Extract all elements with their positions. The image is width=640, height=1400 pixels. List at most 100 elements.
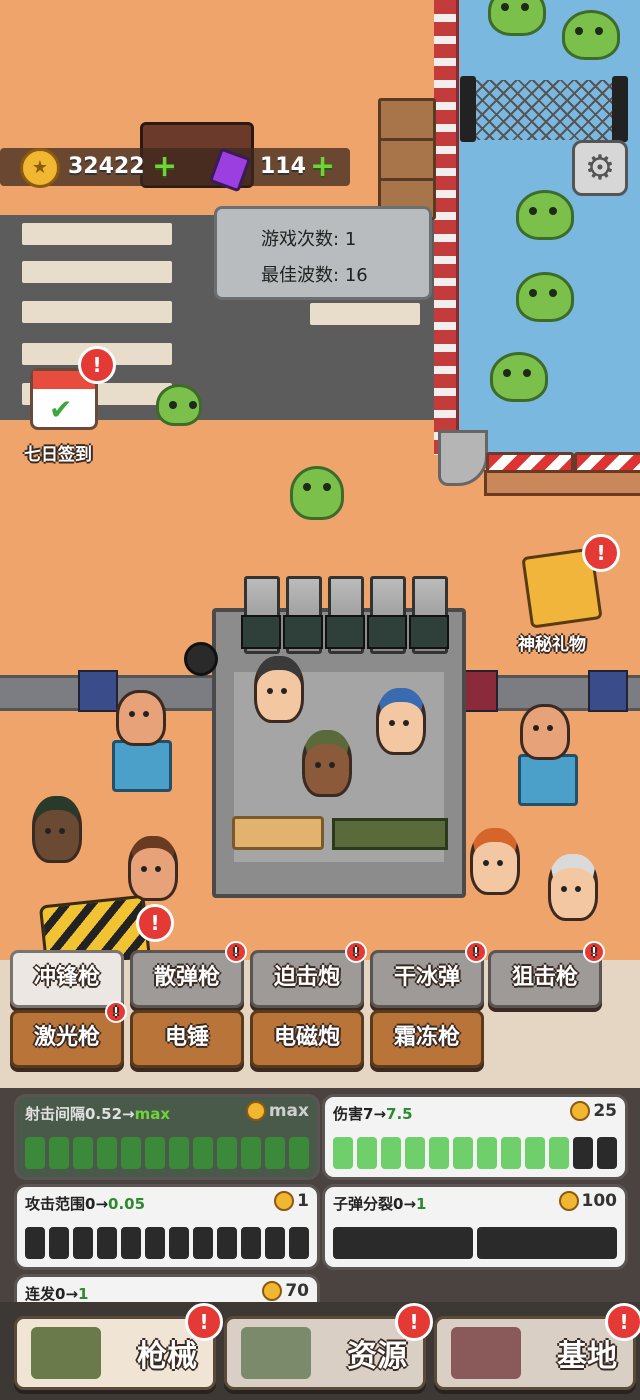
upgrade-card[interactable]: 子弹分裂0→1 100: [322, 1184, 628, 1270]
weapon-tab[interactable]: 电锤: [130, 1010, 244, 1068]
alert-badge: !: [465, 941, 487, 963]
upgrade-label: 伤害7→7.5: [333, 1105, 413, 1123]
soldier: [302, 730, 352, 797]
level-segment: [241, 1227, 261, 1259]
weapon-tab-label: 电磁炮: [273, 1025, 340, 1050]
alert-badge: !: [582, 534, 620, 572]
zombie: [516, 272, 574, 322]
level-segment: [597, 1137, 617, 1169]
ammo-crate: [332, 818, 448, 850]
upgrade-cost: 70: [262, 1281, 309, 1301]
level-bar: [333, 1137, 617, 1169]
level-segment: [501, 1137, 521, 1169]
alert-badge: !: [185, 1303, 223, 1341]
level-bar: [25, 1137, 309, 1169]
coin-icon: [245, 1101, 266, 1121]
upgrade-card[interactable]: 伤害7→7.5 25: [322, 1094, 628, 1180]
weapon-tab[interactable]: 电磁炮: [250, 1010, 364, 1068]
nav-label: 资源: [347, 1339, 407, 1374]
add-coins-button[interactable]: +: [152, 152, 177, 182]
weapon-tab[interactable]: 迫击炮!: [250, 941, 367, 1008]
level-segment: [289, 1227, 309, 1259]
weapon-tab[interactable]: 散弹枪!: [130, 941, 247, 1008]
level-segment: [265, 1227, 285, 1259]
alert-badge: !: [136, 904, 174, 942]
chainlink-fence: [464, 80, 628, 140]
nav-button-resource[interactable]: 资源!: [224, 1303, 433, 1390]
alert-badge: !: [345, 941, 367, 963]
level-segment: [193, 1227, 213, 1259]
weapon-tab-label: 冲锋枪: [33, 965, 100, 990]
weapon-tab[interactable]: 狙击枪!: [488, 941, 605, 1008]
upgrade-label: 连发0→1: [25, 1285, 89, 1303]
upgrade-card[interactable]: 连发0→1 70: [14, 1274, 320, 1303]
weapon-tab-label: 散弹枪: [153, 965, 220, 990]
level-segment: [193, 1137, 213, 1169]
weapon-tab[interactable]: 冲锋枪: [10, 950, 124, 1008]
weapon-tab-label: 狙击枪: [511, 965, 578, 990]
level-segment: [145, 1137, 165, 1169]
level-bar: [333, 1227, 617, 1259]
resource-icon: [241, 1327, 311, 1379]
alert-badge: !: [583, 941, 605, 963]
player-base: [212, 576, 466, 898]
bottom-nav: 枪械! 资源! 基地!: [0, 1302, 640, 1400]
weapon-tab[interactable]: 霜冻枪: [370, 1010, 484, 1068]
coin-count: 32422: [68, 154, 145, 179]
weapon-tab-label: 电锤: [164, 1025, 209, 1050]
level-segment: [333, 1227, 473, 1259]
upgrade-cost: max: [245, 1101, 309, 1121]
level-segment: [217, 1137, 237, 1169]
level-segment: [169, 1227, 189, 1259]
gem-icon: [208, 147, 252, 193]
level-segment: [525, 1137, 545, 1169]
level-segment: [381, 1137, 401, 1169]
upgrade-label: 子弹分裂0→1: [333, 1195, 427, 1213]
weapon-tab[interactable]: 激光枪!: [10, 1001, 127, 1068]
level-segment: [477, 1227, 617, 1259]
upgrade-card[interactable]: 攻击范围0→0.05 1: [14, 1184, 320, 1270]
weapon-tab-label: 迫击炮: [273, 965, 340, 990]
level-segment: [97, 1137, 117, 1169]
level-segment: [121, 1137, 141, 1169]
zombie: [516, 190, 574, 240]
level-segment: [73, 1137, 93, 1169]
red-white-wall: [434, 0, 459, 455]
coin-icon: [558, 1191, 579, 1211]
nav-button-base[interactable]: 基地!: [434, 1303, 640, 1390]
level-segment: [549, 1137, 569, 1169]
currency-bar: ★ 32422 + 114 +: [0, 147, 350, 193]
upgrade-cost: 25: [570, 1101, 617, 1121]
shipping-container: [588, 670, 628, 712]
level-segment: [453, 1137, 473, 1169]
hero-sniper: [32, 796, 82, 863]
coin-icon: [262, 1281, 283, 1301]
coin-icon: [274, 1191, 295, 1211]
turret: [367, 576, 407, 654]
weapon-tab-label: 霜冻枪: [393, 1025, 460, 1050]
zombie: [290, 466, 344, 520]
upgrade-label: 射击间隔0.52→max: [25, 1105, 171, 1123]
level-segment: [97, 1227, 117, 1259]
hero-whitehair: [548, 854, 598, 921]
settings-button[interactable]: ⚙: [572, 140, 628, 196]
weapon-tab-label: 干冰弹: [393, 965, 460, 990]
level-segment: [477, 1137, 497, 1169]
upgrade-card[interactable]: 射击间隔0.52→max max: [14, 1094, 320, 1180]
weapon-tab[interactable]: 干冰弹!: [370, 941, 487, 1008]
rock-shield: [438, 430, 488, 486]
shipping-container: [78, 670, 118, 712]
add-gems-button[interactable]: +: [310, 152, 335, 182]
gun-icon: [31, 1327, 101, 1379]
turret: [409, 576, 449, 654]
alert-badge: !: [225, 941, 247, 963]
coin-icon: ★: [20, 148, 60, 188]
alert-badge: !: [395, 1303, 433, 1341]
level-segment: [333, 1137, 353, 1169]
weapon-tab-label: 激光枪: [33, 1025, 100, 1050]
level-segment: [405, 1137, 425, 1169]
zombie: [156, 384, 202, 426]
nav-button-gun[interactable]: 枪械!: [14, 1303, 223, 1390]
turret: [325, 576, 365, 654]
zombie: [488, 0, 546, 36]
